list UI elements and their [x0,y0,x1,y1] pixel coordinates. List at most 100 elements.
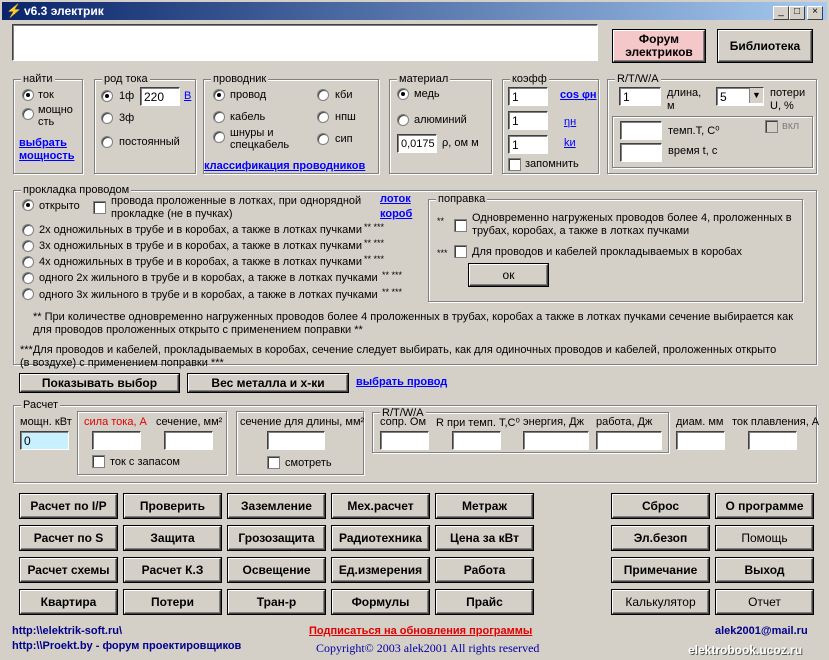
calculator-button[interactable]: Калькулятор [612,590,709,614]
copper-radio[interactable] [397,88,409,100]
calc-ip-button[interactable]: Расчет по I/P [20,494,117,518]
temperature-input[interactable] [620,121,662,140]
laying-option-5-radio[interactable] [22,272,34,284]
section-output[interactable] [164,431,213,450]
find-current-radio[interactable] [22,89,34,101]
correction-1-checkbox[interactable] [454,219,467,232]
library-button[interactable]: Библиотека [718,30,812,62]
section-length-output[interactable] [267,431,325,450]
check-button[interactable]: Проверить [124,494,221,518]
units-button[interactable]: Ед.измерения [332,558,429,582]
forum-link[interactable]: http:\\Proekt.by - форум проектировщиков [12,640,241,652]
laying-option-6-radio[interactable] [22,288,34,300]
note-button[interactable]: Примечание [612,558,709,582]
wire-radio[interactable] [213,89,225,101]
short-circuit-button[interactable]: Расчет К.З [124,558,221,582]
select-power-link[interactable]: выбрать мощность [19,137,83,163]
current-output[interactable] [92,431,141,450]
reserve-current-checkbox[interactable] [92,455,105,468]
apartment-button[interactable]: Квартира [20,590,117,614]
minimize-button[interactable]: _ [773,6,789,20]
footage-button[interactable]: Метраж [436,494,533,518]
site-link[interactable]: http:\\elektrik-soft.ru\ [12,625,122,637]
cos-phi-input[interactable]: 1 [508,87,548,106]
resistivity-input[interactable]: 0,0175 [397,134,437,153]
temp-resistance-output[interactable] [452,431,501,450]
work-button[interactable]: Работа [436,558,533,582]
protection-button[interactable]: Защита [124,526,221,550]
reset-button[interactable]: Сброс [612,494,709,518]
laying-option-2-radio[interactable] [22,224,34,236]
dc-radio[interactable] [101,136,113,148]
aluminium-radio[interactable] [397,114,409,126]
three-phase-radio[interactable] [101,112,113,124]
cable-radio[interactable] [213,111,225,123]
calc-s-button[interactable]: Расчет по S [20,526,117,550]
metal-weight-button[interactable]: Вес металла и х-ки [188,374,348,392]
cords-radio[interactable] [213,131,225,143]
sip-radio[interactable] [317,133,329,145]
npsh-radio[interactable] [317,111,329,123]
enable-checkbox[interactable] [765,120,778,133]
length-input[interactable]: 1 [619,87,661,106]
voltage-input[interactable]: 220 [140,87,180,106]
work-output[interactable] [596,431,662,450]
laying-option-3-radio[interactable] [22,240,34,252]
transformer-button[interactable]: Тран-р [228,590,325,614]
title-bar[interactable]: ⚡ v6.3 электрик _ □ × [2,2,827,20]
single-phase-radio[interactable] [101,90,113,102]
price-list-button[interactable]: Прайс [436,590,533,614]
close-button[interactable]: × [807,6,823,20]
time-input[interactable] [620,143,662,162]
app-icon: ⚡ [6,3,23,18]
radio-engineering-button[interactable]: Радиотехника [332,526,429,550]
electrical-safety-button[interactable]: Эл.безоп [612,526,709,550]
power-input[interactable]: 0 [20,431,69,450]
price-per-kw-button[interactable]: Цена за кВт [436,526,533,550]
show-selection-button[interactable]: Показывать выбор [20,374,179,392]
voltage-loss-label: потери U, % [770,87,806,112]
usage-factor-link[interactable]: kи [564,137,576,149]
laying-open-radio[interactable] [22,199,34,211]
voltage-loss-select[interactable]: 5 ▼ [716,87,764,106]
voltage-unit-link[interactable]: B [184,90,191,102]
email-link[interactable]: alek2001@mail.ru [715,625,808,637]
grounding-button[interactable]: Заземление [228,494,325,518]
ok-button[interactable]: ок [469,264,548,286]
trays-checkbox[interactable] [93,201,106,214]
calc-circuit-button[interactable]: Расчет схемы [20,558,117,582]
cos-phi-link[interactable]: cos φн [560,89,597,101]
kbi-radio[interactable] [317,89,329,101]
watch-checkbox[interactable] [267,456,280,469]
about-button[interactable]: О программе [716,494,813,518]
correction-2-checkbox[interactable] [454,245,467,258]
maximize-button[interactable]: □ [789,6,805,20]
exit-button[interactable]: Выход [716,558,813,582]
resistance-output[interactable] [380,431,429,450]
energy-output[interactable] [523,431,589,450]
remember-checkbox[interactable] [508,158,521,171]
efficiency-link[interactable]: ηн [564,116,576,128]
losses-button[interactable]: Потери [124,590,221,614]
melting-current-output[interactable] [748,431,797,450]
subscribe-link[interactable]: Подписаться на обновления программы [309,625,532,637]
mech-calc-button[interactable]: Мех.расчет [332,494,429,518]
find-power-radio[interactable] [22,108,34,120]
diameter-output[interactable] [676,431,725,450]
usage-factor-input[interactable]: 1 [508,135,548,154]
chevron-down-icon[interactable]: ▼ [749,88,763,103]
report-button[interactable]: Отчет [716,590,813,614]
tray-link[interactable]: лоток [380,193,411,205]
classification-link[interactable]: классификация проводников [204,160,365,172]
formulas-button[interactable]: Формулы [332,590,429,614]
box-link[interactable]: короб [380,208,412,220]
three-phase-label: 3ф [119,112,135,124]
lightning-protection-button[interactable]: Грозозащита [228,526,325,550]
lighting-button[interactable]: Освещение [228,558,325,582]
watermark: elektrobook.ucoz.ru [688,643,803,657]
efficiency-input[interactable]: 1 [508,111,548,130]
select-wire-link[interactable]: выбрать провод [356,376,447,388]
forum-button[interactable]: Форум электриков [613,30,705,62]
laying-option-4-radio[interactable] [22,256,34,268]
help-button[interactable]: Помощь [716,526,813,550]
